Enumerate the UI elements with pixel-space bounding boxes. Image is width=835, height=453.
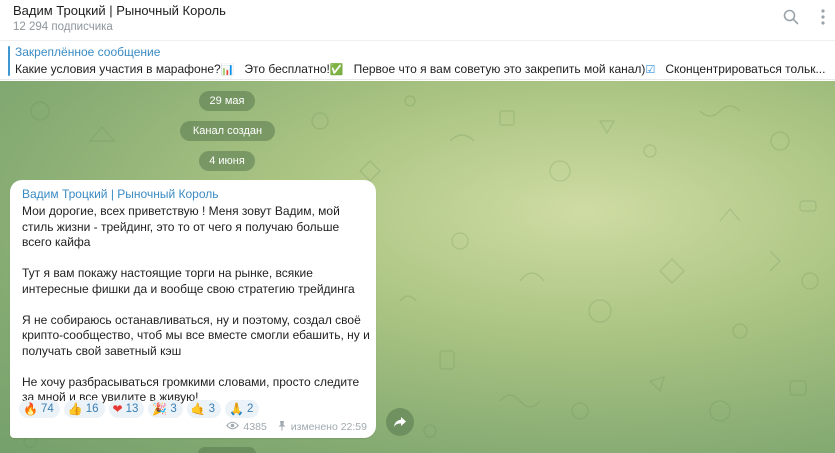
check-emoji-icon: ✅: [329, 64, 344, 76]
message-paragraph: Тут я вам покажу настоящие торги на рынк…: [22, 266, 355, 296]
pinned-accent-bar: [8, 46, 10, 76]
pinned-preview: Какие условия участия в марафоне?📊 Это б…: [15, 62, 827, 76]
party-popper-icon: 🎉: [152, 402, 168, 416]
chat-header[interactable]: Вадим Троцкий | Рыночный Король 12 294 п…: [0, 0, 835, 40]
pinned-label: Закреплённое сообщение: [15, 45, 161, 59]
pinned-segment: Какие условия участия в марафоне?: [15, 62, 221, 76]
more-icon[interactable]: [814, 8, 832, 26]
forward-arrow-icon: [394, 417, 406, 427]
pinned-segment: Первое что я вам советую это закрепить м…: [353, 62, 646, 76]
search-icon[interactable]: [782, 8, 800, 26]
pinned-message[interactable]: Закреплённое сообщение Какие условия уча…: [0, 40, 835, 80]
reaction-count: 13: [125, 403, 139, 415]
pin-icon: [277, 420, 287, 434]
reaction-count: 3: [170, 403, 177, 415]
reaction-thumbs-up[interactable]: 👍 16: [63, 400, 105, 418]
message-text: Мои дорогие, всех приветствую ! Меня зов…: [22, 204, 370, 406]
channel-title[interactable]: Вадим Троцкий | Рыночный Король: [13, 3, 226, 18]
message-meta: 4385 изменено 22:59: [226, 420, 367, 434]
reaction-heart[interactable]: ❤ 13: [108, 400, 145, 418]
message-author[interactable]: Вадим Троцкий | Рыночный Король: [22, 187, 219, 201]
reaction-call-me[interactable]: 🤙 3: [186, 400, 222, 418]
date-separator-partial: [198, 447, 256, 453]
message-paragraph: Я не собираюсь останавливаться, ну и поэ…: [22, 312, 370, 358]
heart-icon: ❤: [112, 402, 123, 416]
reaction-count: 16: [85, 403, 99, 415]
pinned-segment: Это бесплатно!: [244, 62, 330, 76]
fire-icon: 🔥: [23, 402, 38, 416]
reaction-count: 3: [208, 403, 216, 415]
reaction-count: 74: [40, 403, 54, 415]
date-separator: 4 июня: [199, 151, 255, 171]
message-paragraph: Мои дорогие, всех приветствую ! Меня зов…: [22, 204, 340, 249]
folded-hands-icon: 🙏: [229, 402, 245, 416]
edited-time: изменено 22:59: [290, 421, 367, 433]
pinned-segment: Сконцентрироваться тольк...: [665, 62, 826, 76]
subscriber-count: 12 294 подписчика: [13, 21, 113, 33]
view-count: 4385: [243, 421, 267, 433]
reaction-fire[interactable]: 🔥 74: [19, 400, 60, 418]
share-button[interactable]: [386, 408, 414, 436]
reaction-party[interactable]: 🎉 3: [148, 400, 183, 418]
service-message: Канал создан: [180, 121, 275, 141]
chart-emoji-icon: 📊: [220, 64, 235, 76]
reaction-count: 2: [247, 403, 254, 415]
call-me-hand-icon: 🤙: [190, 402, 206, 416]
thumbs-up-icon: 👍: [67, 402, 83, 416]
date-separator: 29 мая: [199, 91, 255, 111]
eye-icon: [226, 421, 240, 433]
reactions-bar: 🔥 74 👍 16 ❤ 13 🎉 3 🤙 3 🙏 2: [19, 400, 260, 418]
chat-area[interactable]: 29 мая Канал создан 4 июня Вадим Троцкий…: [0, 81, 835, 453]
reaction-pray[interactable]: 🙏 2: [225, 400, 260, 418]
check-box-emoji-icon: ☑: [645, 64, 656, 76]
message-bubble[interactable]: Вадим Троцкий | Рыночный Король Мои доро…: [10, 180, 376, 438]
